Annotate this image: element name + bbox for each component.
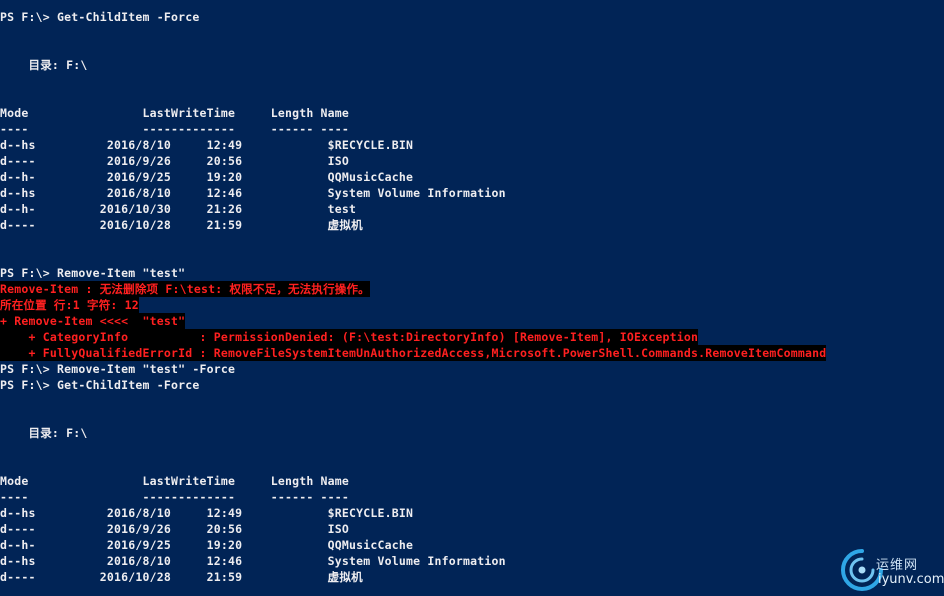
console-line: PS F:\> Remove-Item "test" -Force xyxy=(0,362,236,376)
console-line: ---- ------------- ------ ---- xyxy=(0,490,350,504)
watermark: 运维网 iyunv.com xyxy=(838,546,944,594)
powershell-console[interactable]: PS F:\> Get-ChildItem -Force 目录: F:\ Mode… xyxy=(0,0,944,596)
console-error-line: + Remove-Item <<<< "test" xyxy=(0,313,186,329)
console-line: Mode LastWriteTime Length Name xyxy=(0,474,350,488)
console-line: ---- ------------- ------ ---- xyxy=(0,122,350,136)
console-line: d--h- 2016/9/25 19:20 QQMusicCache xyxy=(0,170,414,184)
console-error-line: + FullyQualifiedErrorId : RemoveFileSyst… xyxy=(0,345,827,361)
watermark-cn-text: 运维网 xyxy=(876,558,919,573)
console-line: d--hs 2016/8/10 12:49 $RECYCLE.BIN xyxy=(0,506,414,520)
console-line: PS F:\> Remove-Item "test" xyxy=(0,266,186,280)
console-line: d--hs 2016/8/10 12:46 System Volume Info… xyxy=(0,186,506,200)
console-error-line: Remove-Item : 无法删除项 F:\test: 权限不足，无法执行操作… xyxy=(0,281,370,297)
watermark-url-text: iyunv.com xyxy=(878,572,944,587)
console-line: d---- 2016/9/26 20:56 ISO xyxy=(0,522,350,536)
console-error-line: 所在位置 行:1 字符: 12 xyxy=(0,297,139,313)
console-line: d---- 2016/9/26 20:56 ISO xyxy=(0,154,350,168)
console-line: d---- 2016/10/28 21:59 虚拟机 xyxy=(0,218,363,232)
directory-heading: 目录: F:\ xyxy=(0,58,88,72)
directory-heading: 目录: F:\ xyxy=(0,426,88,440)
console-line: PS F:\> Get-ChildItem -Force xyxy=(0,10,200,24)
console-line: d--h- 2016/10/30 21:26 test xyxy=(0,202,357,216)
console-error-line: + CategoryInfo : PermissionDenied: (F:\t… xyxy=(0,329,699,345)
console-line: d---- 2016/10/28 21:59 虚拟机 xyxy=(0,570,363,584)
console-line: d--hs 2016/8/10 12:46 System Volume Info… xyxy=(0,554,506,568)
console-line: d--h- 2016/9/25 19:20 QQMusicCache xyxy=(0,538,414,552)
console-line: PS F:\> Get-ChildItem -Force xyxy=(0,378,200,392)
console-line: Mode LastWriteTime Length Name xyxy=(0,106,350,120)
console-line: d--hs 2016/8/10 12:49 $RECYCLE.BIN xyxy=(0,138,414,152)
